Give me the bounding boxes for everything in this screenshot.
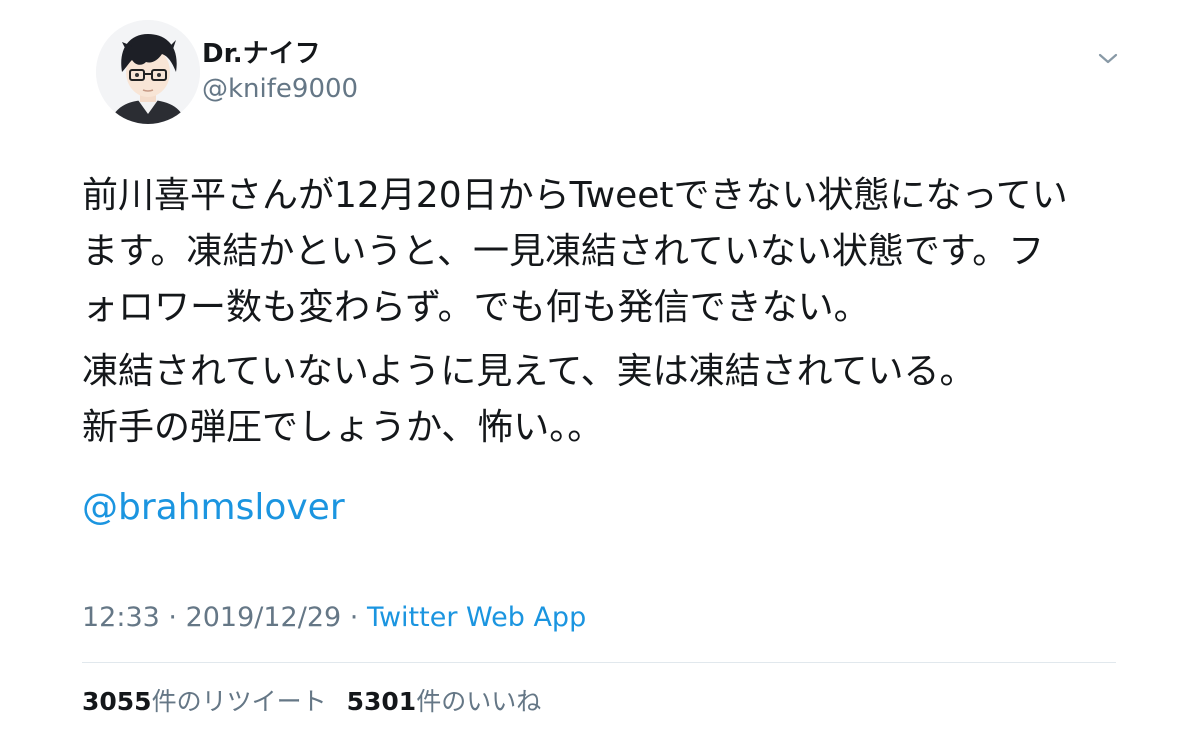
tweet-text-line: 凍結されていないように見えて、実は凍結されている。 <box>82 351 976 392</box>
tweet-meta: 12:33 · 2019/12/29 · Twitter Web App <box>82 600 586 636</box>
likes-count: 5301 <box>346 687 417 716</box>
retweets-stat[interactable]: 3055件のリツイート <box>82 687 327 716</box>
chevron-down-icon[interactable] <box>1096 48 1120 68</box>
tweet-time[interactable]: 12:33 <box>82 602 160 633</box>
likes-label: 件のいいね <box>416 687 542 716</box>
mention-link[interactable]: @brahmslover <box>82 484 345 532</box>
retweets-count: 3055 <box>82 687 152 716</box>
user-handle[interactable]: @knife9000 <box>202 72 358 106</box>
meta-separator: · <box>159 602 186 633</box>
tweet-stats: 3055件のリツイート 5301件のいいね <box>82 684 541 720</box>
tweet-text-line: ます。凍結かというと、一見凍結されていない状態です。フ <box>82 231 1045 272</box>
tweet-text: 前川喜平さんが12月20日からTweetできない状態になってい ます。凍結かとい… <box>82 168 1122 456</box>
display-name[interactable]: Dr.ナイフ <box>202 38 321 70</box>
retweets-label: 件のリツイート <box>151 687 327 716</box>
tweet-date[interactable]: 2019/12/29 <box>186 602 342 633</box>
meta-separator: · <box>341 602 367 633</box>
tweet-source-link[interactable]: Twitter Web App <box>367 602 586 633</box>
tweet-text-line: ォロワー数も変わらず。でも何も発信できない。 <box>82 287 870 328</box>
tweet-text-line: 新手の弾圧でしょうか、怖い。。 <box>82 407 604 448</box>
tweet-text-line: 前川喜平さんが12月20日からTweetできない状態になってい <box>82 175 1068 216</box>
avatar[interactable] <box>96 20 200 124</box>
divider <box>82 662 1116 663</box>
likes-stat[interactable]: 5301件のいいね <box>347 687 542 716</box>
avatar-portrait <box>96 20 200 124</box>
